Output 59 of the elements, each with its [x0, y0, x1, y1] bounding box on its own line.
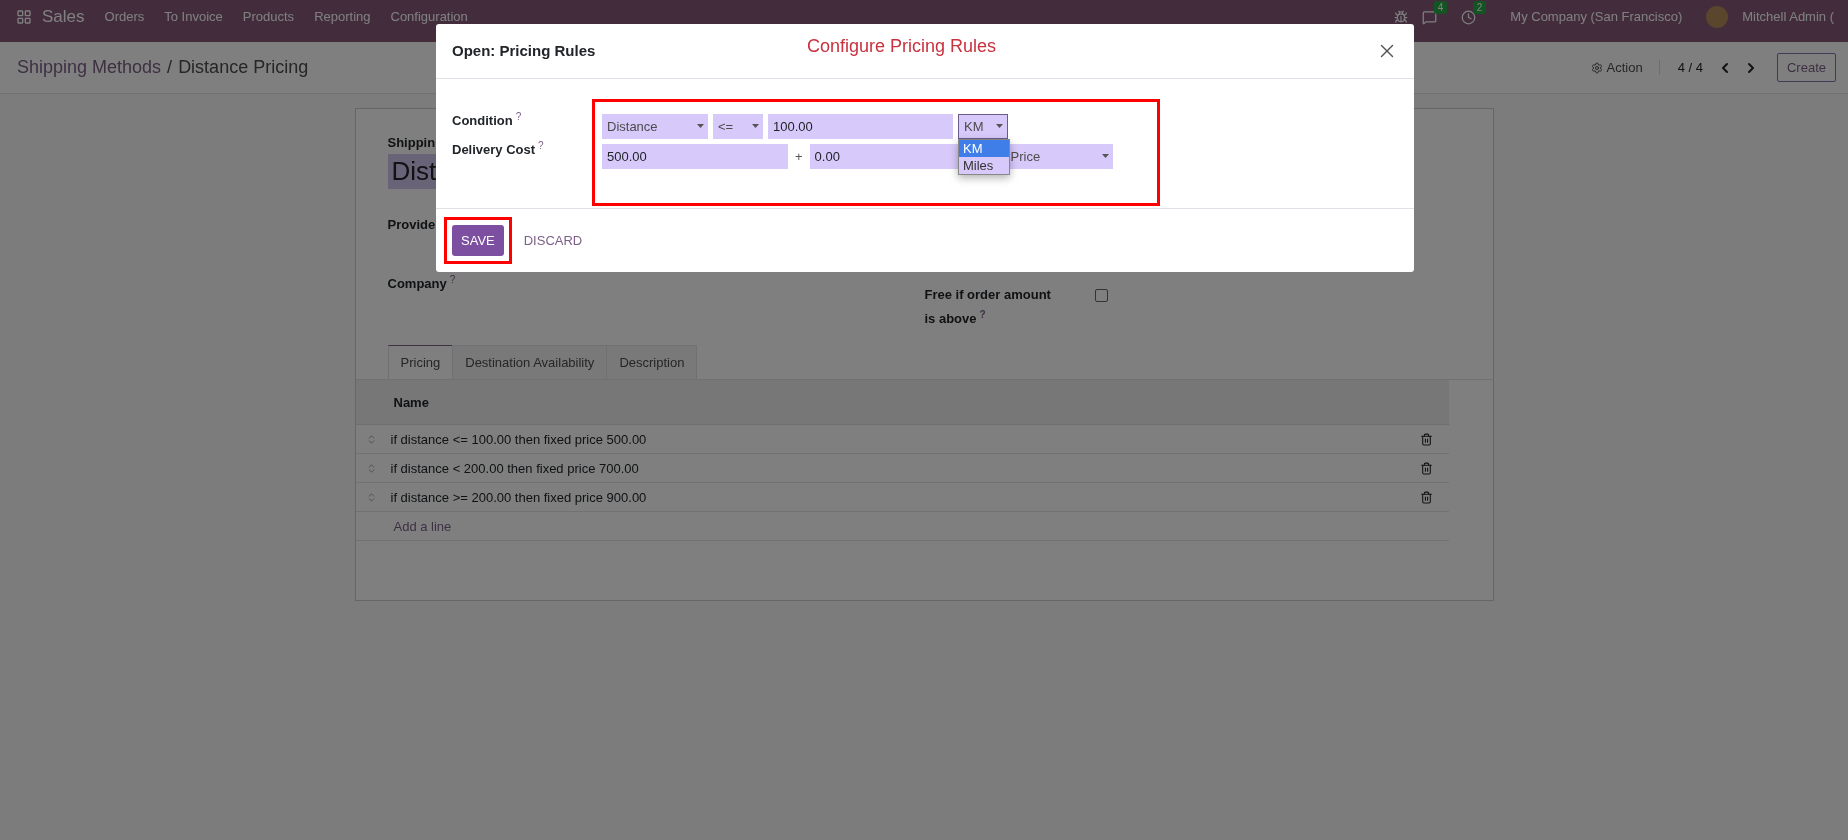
- tab[interactable]: Destination Availability: [452, 345, 608, 379]
- breadcrumb-separator: /: [167, 57, 173, 78]
- variable-select[interactable]: Distance: [602, 113, 708, 139]
- field-label: Condition: [452, 113, 513, 128]
- pager: 4 / 4: [1658, 60, 1707, 75]
- action-button[interactable]: Action: [1584, 56, 1649, 79]
- save-button[interactable]: SAVE: [452, 225, 504, 256]
- variable-price-field[interactable]: 0.00: [809, 143, 960, 169]
- tab[interactable]: Pricing: [387, 345, 454, 379]
- field-label: Delivery Cost: [452, 142, 536, 158]
- dropdown-option[interactable]: KM: [959, 139, 1009, 157]
- help-mark[interactable]: ?: [449, 274, 456, 285]
- field-label: Free if order amount: [924, 287, 1051, 302]
- plus-sign: +: [794, 148, 804, 164]
- add-line-link[interactable]: Add a line: [355, 518, 452, 534]
- gear-icon: [1590, 61, 1603, 74]
- company-switcher[interactable]: My Company (San Francisco): [1500, 9, 1693, 25]
- bug-icon[interactable]: [1394, 10, 1409, 24]
- field-label: Shippin: [387, 135, 436, 150]
- table-cell-text: if distance >= 200.00 then fixed price 900.00: [389, 489, 648, 505]
- create-button[interactable]: Create: [1776, 53, 1836, 82]
- caret-icon: [1101, 154, 1109, 159]
- table-cell-text: if distance <= 100.00 then fixed price 500.00: [389, 431, 648, 447]
- clock-icon[interactable]: [1461, 9, 1477, 25]
- user-menu[interactable]: Mitchell Admin (: [1742, 9, 1834, 25]
- caret-icon: [697, 124, 704, 129]
- operator-select[interactable]: <=: [713, 113, 763, 139]
- trash-icon[interactable]: [1419, 461, 1433, 475]
- menu-item[interactable]: Products: [232, 9, 305, 25]
- breadcrumb-link[interactable]: Shipping Methods: [17, 57, 162, 78]
- field-label: Company: [387, 276, 447, 292]
- message-count: 4: [1433, 0, 1448, 14]
- help-mark[interactable]: ?: [515, 110, 522, 122]
- menu-item[interactable]: Configuration: [380, 9, 478, 25]
- help-mark[interactable]: ?: [979, 309, 986, 320]
- trash-icon[interactable]: [1419, 490, 1433, 504]
- fixed-price-field[interactable]: 500.00: [602, 143, 788, 169]
- caret-icon: [752, 124, 759, 129]
- tab[interactable]: Description: [606, 345, 698, 379]
- menu-item[interactable]: Reporting: [304, 9, 381, 25]
- breadcrumb-current: Distance Pricing: [178, 57, 309, 78]
- checkbox[interactable]: [1094, 289, 1108, 302]
- menu-item[interactable]: To Invoice: [154, 9, 233, 25]
- field-label: is above: [924, 311, 977, 327]
- menu-item[interactable]: Orders: [94, 9, 155, 25]
- activity-count: 2: [1472, 0, 1487, 14]
- column-header: Name: [392, 394, 430, 410]
- annotation-text: Configure Pricing Rules: [807, 36, 997, 58]
- table-cell-text: if distance < 200.00 then fixed price 700.00: [389, 460, 640, 476]
- app-name[interactable]: Sales: [32, 9, 95, 25]
- chat-icon[interactable]: [1422, 9, 1438, 25]
- caret-icon: [996, 124, 1003, 129]
- field-label: Provide: [387, 217, 436, 232]
- discard-button[interactable]: DISCARD: [519, 229, 587, 252]
- trash-icon[interactable]: [1419, 432, 1433, 446]
- value-field[interactable]: 100.00: [768, 113, 953, 139]
- apps-menu-icon[interactable]: [16, 9, 32, 25]
- dialog-title: Open: Pricing Rules: [452, 42, 597, 60]
- help-mark[interactable]: ?: [538, 140, 544, 151]
